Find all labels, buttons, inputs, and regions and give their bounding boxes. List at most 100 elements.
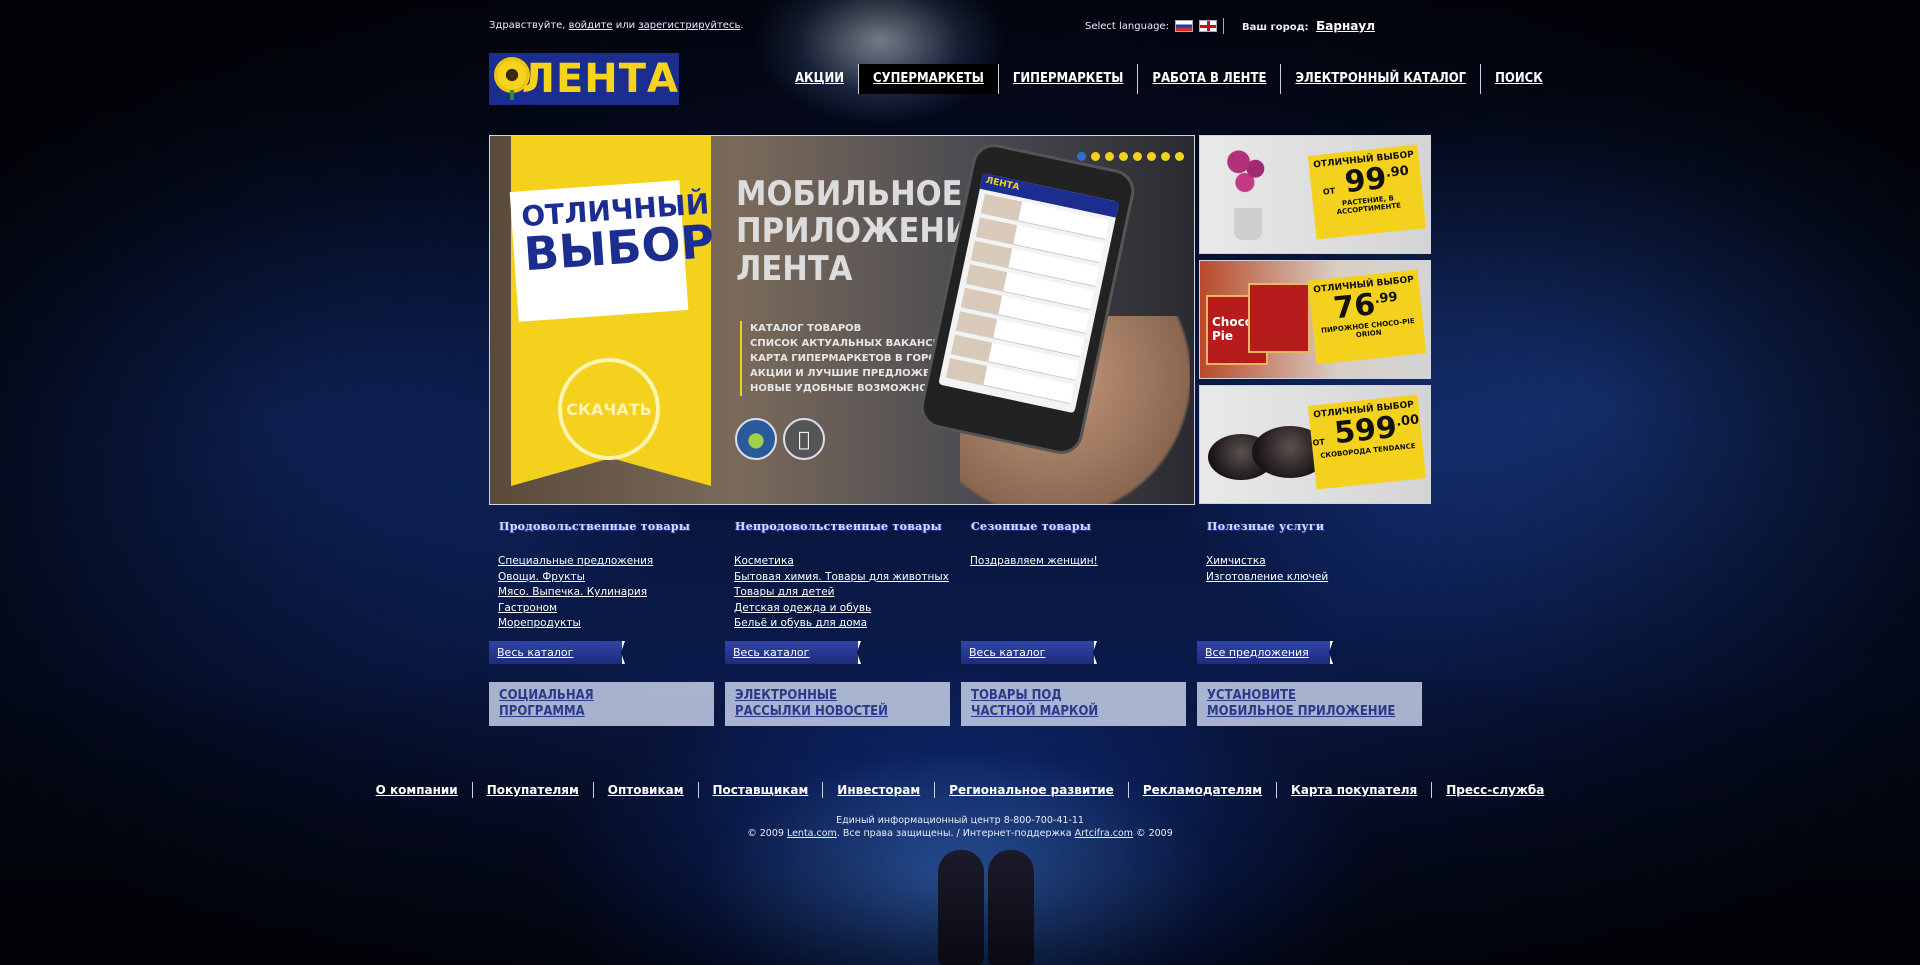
logo-text: ЛЕНТА — [521, 56, 679, 102]
copyright-suffix: © 2009 — [1136, 827, 1173, 839]
list-item: Косметика — [734, 554, 955, 570]
promo-price-cents: .00 — [1395, 412, 1420, 430]
promo-price: 99 — [1343, 160, 1389, 201]
tile-line2: ЧАСТНОЙ МАРКОЙ — [971, 704, 1099, 719]
category-link[interactable]: Детская одежда и обувь — [734, 602, 871, 614]
menu-item-hypermarkets[interactable]: ГИПЕРМАРКЕТЫ — [997, 64, 1138, 94]
info-center-line: Единый информационный центр 8-800-700-41… — [836, 815, 1084, 826]
support-link[interactable]: Artcifra.com — [1075, 828, 1133, 839]
promo-from: ОТ — [1312, 437, 1326, 448]
main-menu: АКЦИИ СУПЕРМАРКЕТЫ ГИПЕРМАРКЕТЫ РАБОТА В… — [781, 64, 1557, 94]
category-link[interactable]: Косметика — [734, 555, 794, 567]
category-link[interactable]: Овощи. Фрукты — [498, 571, 585, 583]
category-services: Полезные услуги Химчистка Изготовление к… — [1197, 520, 1427, 585]
slider-dot[interactable] — [1077, 152, 1086, 161]
slider-dot[interactable] — [1105, 152, 1114, 161]
banner-feature: КАТАЛОГ ТОВАРОВ — [750, 323, 862, 334]
download-button[interactable]: СКАЧАТЬ — [558, 358, 660, 460]
promo-choco-pie[interactable]: Choco-Pie ОТЛИЧНЫЙ ВЫБОР 76.99 ПИРОЖНОЕ … — [1199, 260, 1431, 379]
category-link[interactable]: Товары для детей — [734, 586, 835, 598]
apple-icon[interactable]:  — [783, 418, 825, 460]
promo-from: ОТ — [1322, 186, 1336, 197]
menu-item-search[interactable]: ПОИСК — [1480, 64, 1557, 94]
category-link[interactable]: Гастроном — [498, 602, 557, 614]
banner-headline-line2: ПРИЛОЖЕНИЕ — [736, 211, 992, 252]
all-offers-button[interactable]: Все предложения — [1197, 641, 1333, 664]
list-item: Товары для детей — [734, 585, 955, 601]
android-icon[interactable]: ● — [735, 418, 777, 460]
orchid-image — [1216, 148, 1276, 244]
promo-frying-pan[interactable]: ОТЛИЧНЫЙ ВЫБОР ОТ 599.00 СКОВОРОДА TENDA… — [1199, 385, 1431, 504]
all-catalog-button[interactable]: Весь каталог — [489, 641, 625, 664]
list-item: Химчистка — [1206, 554, 1427, 570]
footer-link-investors[interactable]: Инвесторам — [822, 782, 934, 798]
category-link[interactable]: Химчистка — [1206, 555, 1266, 567]
price-tag: ОТЛИЧНЫЙ ВЫБОР ОТ 99.90 РАСТЕНИЕ, В АССО… — [1307, 144, 1427, 240]
menu-item-catalog[interactable]: ЭЛЕКТРОННЫЙ КАТАЛОГ — [1280, 64, 1480, 94]
tile-line2: ПРОГРАММА — [499, 704, 585, 719]
banner-feature-list: КАТАЛОГ ТОВАРОВ СПИСОК АКТУАЛЬНЫХ ВАКАНС… — [740, 321, 954, 396]
slider-dot[interactable] — [1091, 152, 1100, 161]
greeting: Здравствуйте, войдите или зарегистрируйт… — [489, 20, 744, 31]
register-link[interactable]: зарегистрируйтесь — [638, 20, 740, 31]
app-store-badges: ●  — [735, 418, 825, 460]
list-item: Овощи. Фрукты — [498, 570, 719, 586]
newsletter-tile[interactable]: ЭЛЕКТРОННЫЕ РАССЫЛКИ НОВОСТЕЙ — [725, 682, 950, 726]
category-link[interactable]: Специальные предложения — [498, 555, 653, 567]
banner-feature: СПИСОК АКТУАЛЬНЫХ ВАКАНСИЙ — [750, 338, 950, 349]
banner-feature: КАРТА ГИПЕРМАРКЕТОВ В ГОРОДЕ — [750, 353, 953, 364]
slider-dot[interactable] — [1133, 152, 1142, 161]
english-flag-icon[interactable] — [1198, 20, 1217, 32]
list-item: Морепродукты — [498, 616, 719, 632]
mobile-app-tile[interactable]: УСТАНОВИТЕ МОБИЛЬНОЕ ПРИЛОЖЕНИЕ — [1197, 682, 1422, 726]
footer-nav: О компании Покупателям Оптовикам Поставщ… — [376, 782, 1544, 798]
city-link[interactable]: Барнаул — [1316, 19, 1375, 33]
slider-dot[interactable] — [1147, 152, 1156, 161]
footer-link-suppliers[interactable]: Поставщикам — [697, 782, 823, 798]
category-link[interactable]: Бытовая химия. Товары для животных — [734, 571, 949, 583]
city-selector: Ваш город: Барнаул — [1242, 19, 1375, 33]
slider-dots — [1077, 152, 1184, 161]
greeting-suffix: . — [740, 20, 744, 31]
footer-link-loyalty-card[interactable]: Карта покупателя — [1276, 782, 1431, 798]
footer-link-regional[interactable]: Региональное развитие — [934, 782, 1128, 798]
slider-dot[interactable] — [1119, 152, 1128, 161]
category-link[interactable]: Мясо. Выпечка. Кулинария — [498, 586, 647, 598]
price-tag: ОТЛИЧНЫЙ ВЫБОР 76.99 ПИРОЖНОЕ CHOCO-PIE … — [1307, 269, 1427, 365]
all-catalog-button[interactable]: Весь каталог — [961, 641, 1097, 664]
russian-flag-icon[interactable] — [1174, 20, 1193, 32]
login-link[interactable]: войдите — [569, 20, 613, 31]
private-label-tile[interactable]: ТОВАРЫ ПОД ЧАСТНОЙ МАРКОЙ — [961, 682, 1186, 726]
divider — [1223, 18, 1224, 34]
lenta-logo[interactable]: ЛЕНТА — [489, 53, 679, 105]
footer-link-about[interactable]: О компании — [362, 782, 472, 798]
lenta-site-link[interactable]: Lenta.com — [787, 828, 837, 839]
menu-item-promotions[interactable]: АКЦИИ — [781, 64, 858, 94]
sunflower-icon — [495, 58, 527, 100]
main-banner-slider[interactable]: ОТЛИЧНЫЙ ВЫБОР СКАЧАТЬ МОБИЛЬНОЕ ПРИЛОЖЕ… — [489, 135, 1195, 505]
category-link[interactable]: Поздравляем женщин! — [970, 555, 1098, 567]
footer-link-advertisers[interactable]: Рекламодателям — [1127, 782, 1276, 798]
footer-link-press[interactable]: Пресс-служба — [1431, 782, 1558, 798]
social-program-tile[interactable]: СОЦИАЛЬНАЯ ПРОГРАММА — [489, 682, 714, 726]
list-item: Бытовая химия. Товары для животных — [734, 570, 955, 586]
category-nonfood: Непродовольственные товары Косметика Быт… — [725, 520, 955, 632]
category-link[interactable]: Изготовление ключей — [1206, 571, 1328, 583]
promo-price-cents: .90 — [1385, 163, 1410, 181]
promo-orchid[interactable]: ОТЛИЧНЫЙ ВЫБОР ОТ 99.90 РАСТЕНИЕ, В АССО… — [1199, 135, 1431, 254]
footer-link-customers[interactable]: Покупателям — [471, 782, 593, 798]
menu-item-careers[interactable]: РАБОТА В ЛЕНТЕ — [1137, 64, 1280, 94]
select-language-label: Select language: — [1085, 20, 1169, 32]
footer-link-wholesale[interactable]: Оптовикам — [592, 782, 698, 798]
category-seasonal: Сезонные товары Поздравляем женщин! — [961, 520, 1191, 570]
category-link[interactable]: Бельё и обувь для дома — [734, 617, 867, 629]
list-item: Гастроном — [498, 601, 719, 617]
slider-dot[interactable] — [1161, 152, 1170, 161]
category-link[interactable]: Морепродукты — [498, 617, 581, 629]
menu-item-supermarkets[interactable]: СУПЕРМАРКЕТЫ — [858, 64, 998, 94]
all-catalog-button[interactable]: Весь каталог — [725, 641, 861, 664]
list-item: Специальные предложения — [498, 554, 719, 570]
banner-headline: МОБИЛЬНОЕ ПРИЛОЖЕНИЕ ЛЕНТА — [736, 175, 992, 288]
slider-dot[interactable] — [1175, 152, 1184, 161]
tile-line1: ЭЛЕКТРОННЫЕ — [735, 688, 838, 703]
